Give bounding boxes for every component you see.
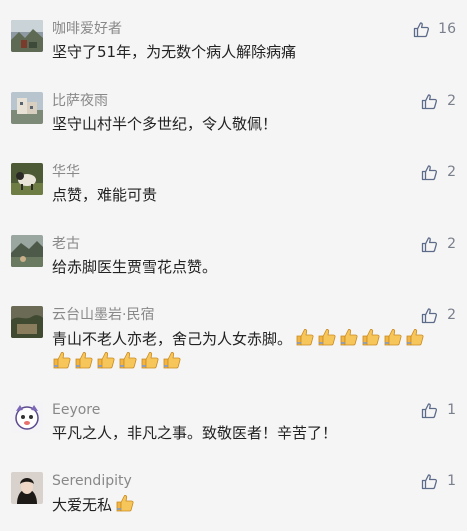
thumbs-up-outline-icon <box>421 473 438 490</box>
like-count: 16 <box>438 21 456 37</box>
like-button[interactable]: 1 <box>421 401 456 419</box>
animal-avatar-icon[interactable] <box>11 163 43 195</box>
like-button[interactable]: 1 <box>421 472 456 490</box>
comment-item: 老古 给赤脚医生贾雪花点赞。 2 <box>11 235 456 278</box>
thumbs-up-emoji-icon <box>383 327 403 347</box>
like-count: 2 <box>447 93 456 109</box>
thumbs-up-emoji-icon <box>361 327 381 347</box>
comment-item: 咖啡爱好者 坚守了51年，为无数个病人解除病痛 16 <box>11 20 456 63</box>
comment-nickname: 比萨夜雨 <box>52 93 108 109</box>
comment-nickname: Eeyore <box>52 402 101 418</box>
rock-avatar-icon[interactable] <box>11 306 43 338</box>
thumbs-up-emoji-icon <box>115 493 135 513</box>
thumbs-up-outline-icon <box>421 307 438 324</box>
like-button[interactable]: 2 <box>421 163 456 181</box>
comment-nickname: 咖啡爱好者 <box>52 21 122 37</box>
thumbs-up-emoji-icon <box>118 350 138 370</box>
comment-nickname: 老古 <box>52 236 80 252</box>
thumbs-up-outline-icon <box>421 402 438 419</box>
thumbs-up-emoji-icon <box>295 327 315 347</box>
thumbs-up-outline-icon <box>421 93 438 110</box>
building-avatar-icon[interactable] <box>11 92 43 124</box>
thumbs-up-emoji-icon <box>339 327 359 347</box>
mountain-avatar-icon[interactable] <box>11 235 43 267</box>
comment-content: 坚守了51年，为无数个病人解除病痛 <box>52 41 447 63</box>
comment-item: 比萨夜雨 坚守山村半个多世纪，令人敬佩！ 2 <box>11 92 456 135</box>
like-count: 1 <box>447 473 456 489</box>
comment-content: 坚守山村半个多世纪，令人敬佩！ <box>52 113 447 135</box>
comment-text: 平凡之人，非凡之事。致敬医者！辛苦了！ <box>52 424 338 442</box>
comment-item: 华华 点赞，难能可贵 2 <box>11 163 456 206</box>
comment-list: 咖啡爱好者 坚守了51年，为无数个病人解除病痛 16 比萨夜雨 坚守山村半个多世… <box>0 0 467 531</box>
comment-content: 青山不老人亦老，舍己为人女赤脚。 <box>52 327 447 370</box>
cartoon-face-avatar-icon[interactable] <box>11 401 43 433</box>
thumbs-up-outline-icon <box>421 236 438 253</box>
thumbs-up-outline-icon <box>421 164 438 181</box>
like-button[interactable]: 16 <box>413 20 456 38</box>
emoji-group <box>115 493 135 513</box>
thumbs-up-emoji-icon <box>162 350 182 370</box>
thumbs-up-outline-icon <box>413 21 430 38</box>
comment-content: 给赤脚医生贾雪花点赞。 <box>52 256 447 278</box>
thumbs-up-emoji-icon <box>140 350 160 370</box>
like-button[interactable]: 2 <box>421 92 456 110</box>
comment-text: 大爱无私 <box>52 496 113 514</box>
comment-content: 点赞，难能可贵 <box>52 184 447 206</box>
like-count: 1 <box>447 402 456 418</box>
emoji-group <box>295 327 425 347</box>
comment-nickname: Serendipity <box>52 473 132 489</box>
thumbs-up-emoji-icon <box>74 350 94 370</box>
comment-text: 点赞，难能可贵 <box>52 186 158 204</box>
thumbs-up-emoji-icon <box>96 350 116 370</box>
landscape-avatar-icon[interactable] <box>11 20 43 52</box>
comment-text: 坚守山村半个多世纪，令人敬佩！ <box>52 115 278 133</box>
comment-content: 大爱无私 <box>52 493 447 516</box>
comment-item: Eeyore 平凡之人，非凡之事。致敬医者！辛苦了！ 1 <box>11 401 456 444</box>
like-button[interactable]: 2 <box>421 235 456 253</box>
like-count: 2 <box>447 236 456 252</box>
portrait-avatar-icon[interactable] <box>11 472 43 504</box>
comment-text: 青山不老人亦老，舍己为人女赤脚。 <box>52 330 293 348</box>
like-button[interactable]: 2 <box>421 306 456 324</box>
thumbs-up-emoji-icon <box>405 327 425 347</box>
comment-nickname: 华华 <box>52 164 80 180</box>
comment-text: 给赤脚医生贾雪花点赞。 <box>52 258 218 276</box>
like-count: 2 <box>447 307 456 323</box>
comment-item: 云台山墨岩·民宿 青山不老人亦老，舍己为人女赤脚。 2 <box>11 306 456 370</box>
emoji-group <box>52 350 447 370</box>
like-count: 2 <box>447 164 456 180</box>
thumbs-up-emoji-icon <box>52 350 72 370</box>
comment-content: 平凡之人，非凡之事。致敬医者！辛苦了！ <box>52 422 447 444</box>
comment-text: 坚守了51年，为无数个病人解除病痛 <box>52 43 297 61</box>
comment-item: Serendipity 大爱无私 1 <box>11 472 456 516</box>
thumbs-up-emoji-icon <box>317 327 337 347</box>
comment-nickname: 云台山墨岩·民宿 <box>52 307 155 323</box>
